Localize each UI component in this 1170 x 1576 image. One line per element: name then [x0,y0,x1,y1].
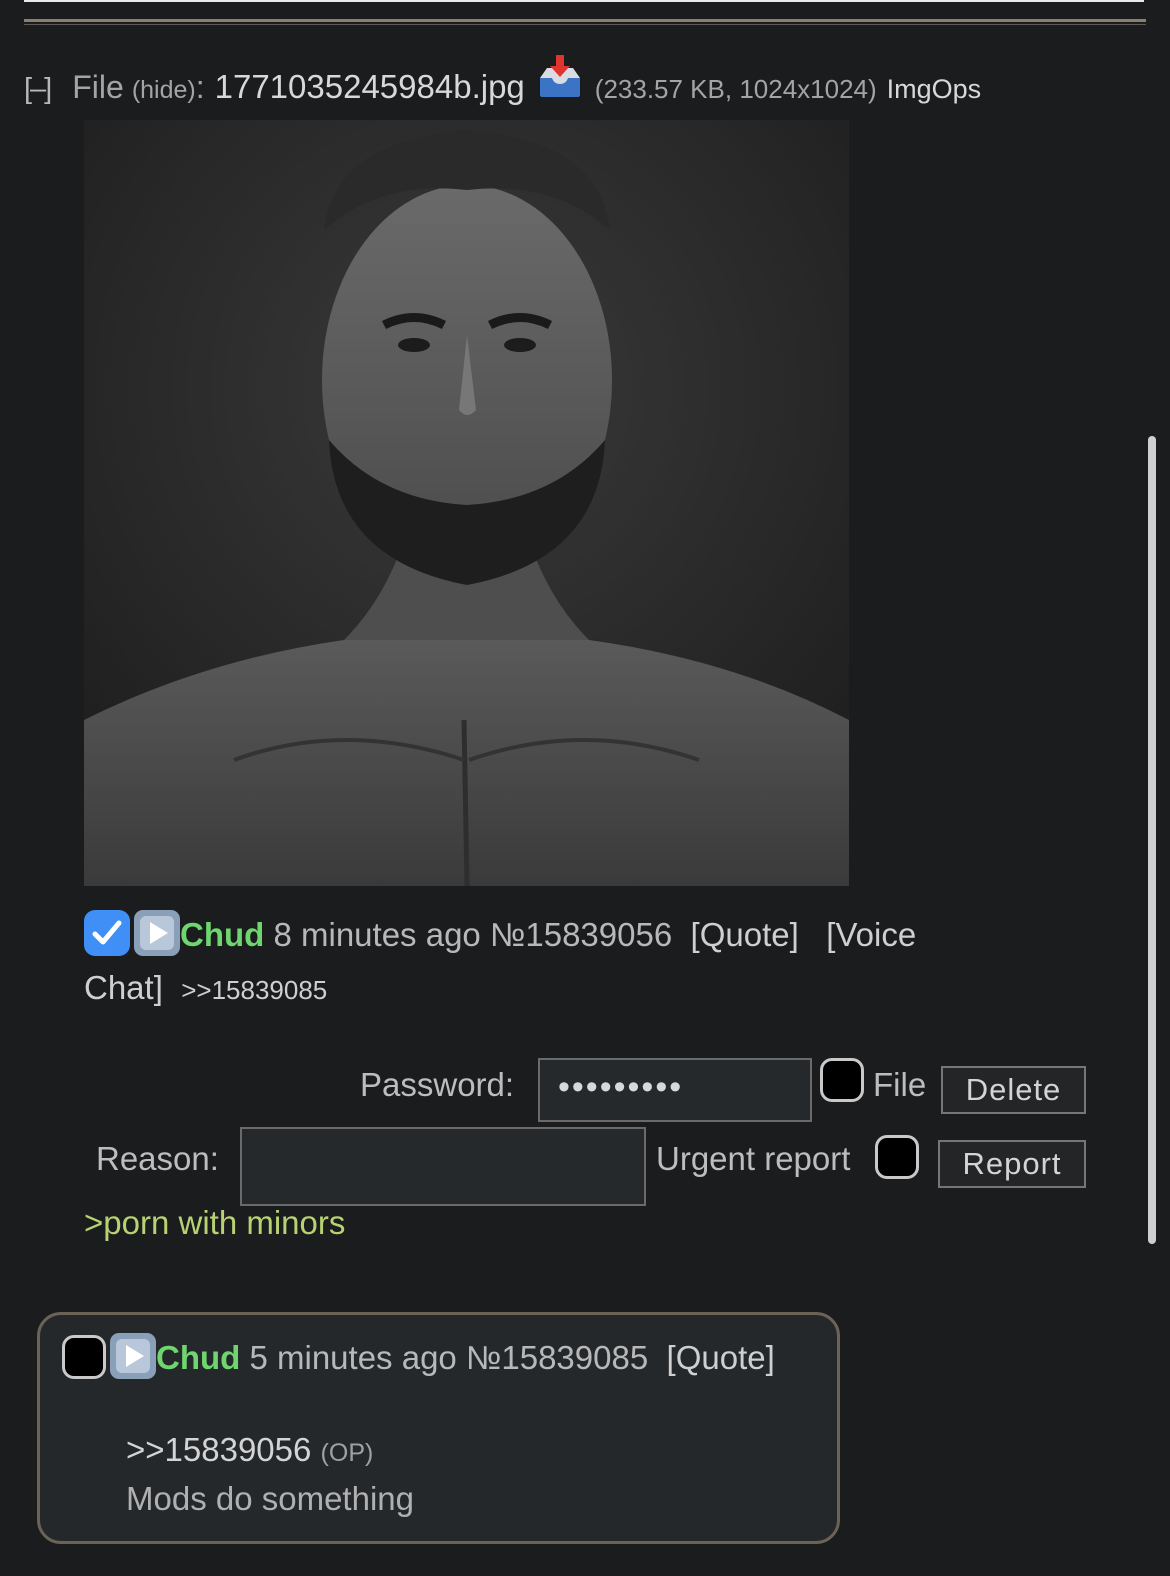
quote-link[interactable]: [Quote] [691,916,799,953]
reply-header: Chud 5 minutes ago №15839085 [Quote] [62,1331,775,1385]
reply-quote-ref[interactable]: >>15839056 [126,1431,311,1468]
checkmark-icon [92,920,122,945]
voice-chat-link-cont[interactable]: Chat] [84,969,163,1006]
backlink[interactable]: >>15839085 [181,975,327,1005]
reply-body: >>15839056 (OP) Mods do something [126,1427,414,1521]
reply-number[interactable]: №15839085 [466,1339,648,1376]
divider-shadow [24,24,1146,25]
top-edge [24,0,1144,2]
file-only-label: File [873,1066,927,1103]
post-number[interactable]: №15839056 [490,916,672,953]
reply-time: 5 minutes ago [249,1339,457,1376]
password-value: ••••••••• [558,1068,684,1106]
delete-file-checkbox[interactable] [820,1058,864,1102]
urgent-report-label: Urgent report [656,1140,851,1177]
download-icon[interactable] [537,54,583,98]
post-body-greentext: >porn with minors [84,1204,346,1241]
post-time: 8 minutes ago [273,916,481,953]
reason-input[interactable] [240,1127,646,1206]
file-meta: (233.57 KB, 1024x1024) [594,74,877,104]
divider [24,19,1146,22]
voice-chat-link[interactable]: [Voice [826,916,916,953]
op-tag: (OP) [320,1439,374,1467]
play-icon [116,1339,150,1373]
post-header: Chud 8 minutes ago №15839056 [Quote] [Vo… [84,908,1004,1017]
file-label: File [72,69,124,105]
play-icon [140,916,174,950]
delete-button[interactable]: Delete [941,1066,1086,1114]
poster-name: Chud [180,916,265,953]
play-button[interactable] [134,910,180,956]
thread-page: [–] File (hide) : 1771035245984b.jpg (23… [0,0,1170,1576]
report-button[interactable]: Report [938,1140,1086,1188]
urgent-report-checkbox[interactable] [875,1135,919,1179]
password-input[interactable]: ••••••••• [538,1058,812,1122]
hide-link[interactable]: (hide) [132,76,196,105]
reply-post: Chud 5 minutes ago №15839085 [Quote] >>1… [37,1312,840,1544]
reply-text: Mods do something [126,1480,414,1517]
scrollbar[interactable] [1148,436,1156,1244]
reason-label: Reason: [96,1140,219,1177]
reply-poster-name: Chud [156,1339,241,1376]
file-info: [–] File (hide) : 1771035245984b.jpg (23… [24,54,981,105]
reply-select-checkbox[interactable] [62,1335,106,1379]
imgops-link[interactable]: ImgOps [887,74,982,105]
password-label: Password: [360,1066,515,1103]
post-image[interactable] [84,120,849,887]
file-colon: : [195,69,205,105]
file-name-link[interactable]: 1771035245984b.jpg [215,68,525,106]
reply-play-button[interactable] [110,1333,156,1379]
reply-quote-link[interactable]: [Quote] [667,1339,775,1376]
post-select-checkbox[interactable] [84,910,130,956]
collapse-toggle[interactable]: [–] [24,73,52,106]
